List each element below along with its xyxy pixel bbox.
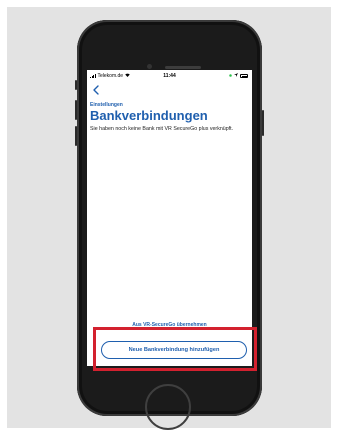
add-bank-connection-button[interactable]: Neue Bankverbindung hinzufügen xyxy=(101,341,247,359)
empty-state-message: Sie haben noch keine Bank mit VR SecureG… xyxy=(90,126,234,132)
home-button[interactable] xyxy=(145,384,191,430)
stage: Telekom.de 11:44 Einstellungen Bankverbi… xyxy=(0,0,338,435)
status-bar: Telekom.de 11:44 xyxy=(87,70,252,82)
phone-screen: Telekom.de 11:44 Einstellungen Bankverbi… xyxy=(87,70,252,366)
volume-down-button xyxy=(75,126,77,146)
alarm-icon xyxy=(229,73,232,79)
chevron-left-icon xyxy=(93,85,99,95)
status-time: 11:44 xyxy=(163,73,176,79)
earpiece-speaker xyxy=(165,66,201,69)
volume-up-button xyxy=(75,100,77,120)
power-button xyxy=(262,110,264,136)
front-camera xyxy=(147,64,152,69)
location-arrow-icon xyxy=(234,73,238,79)
battery-icon xyxy=(240,74,248,78)
page-title: Bankverbindungen xyxy=(90,108,208,123)
back-button[interactable] xyxy=(93,85,103,97)
status-right xyxy=(229,73,248,79)
mute-switch xyxy=(75,80,77,90)
